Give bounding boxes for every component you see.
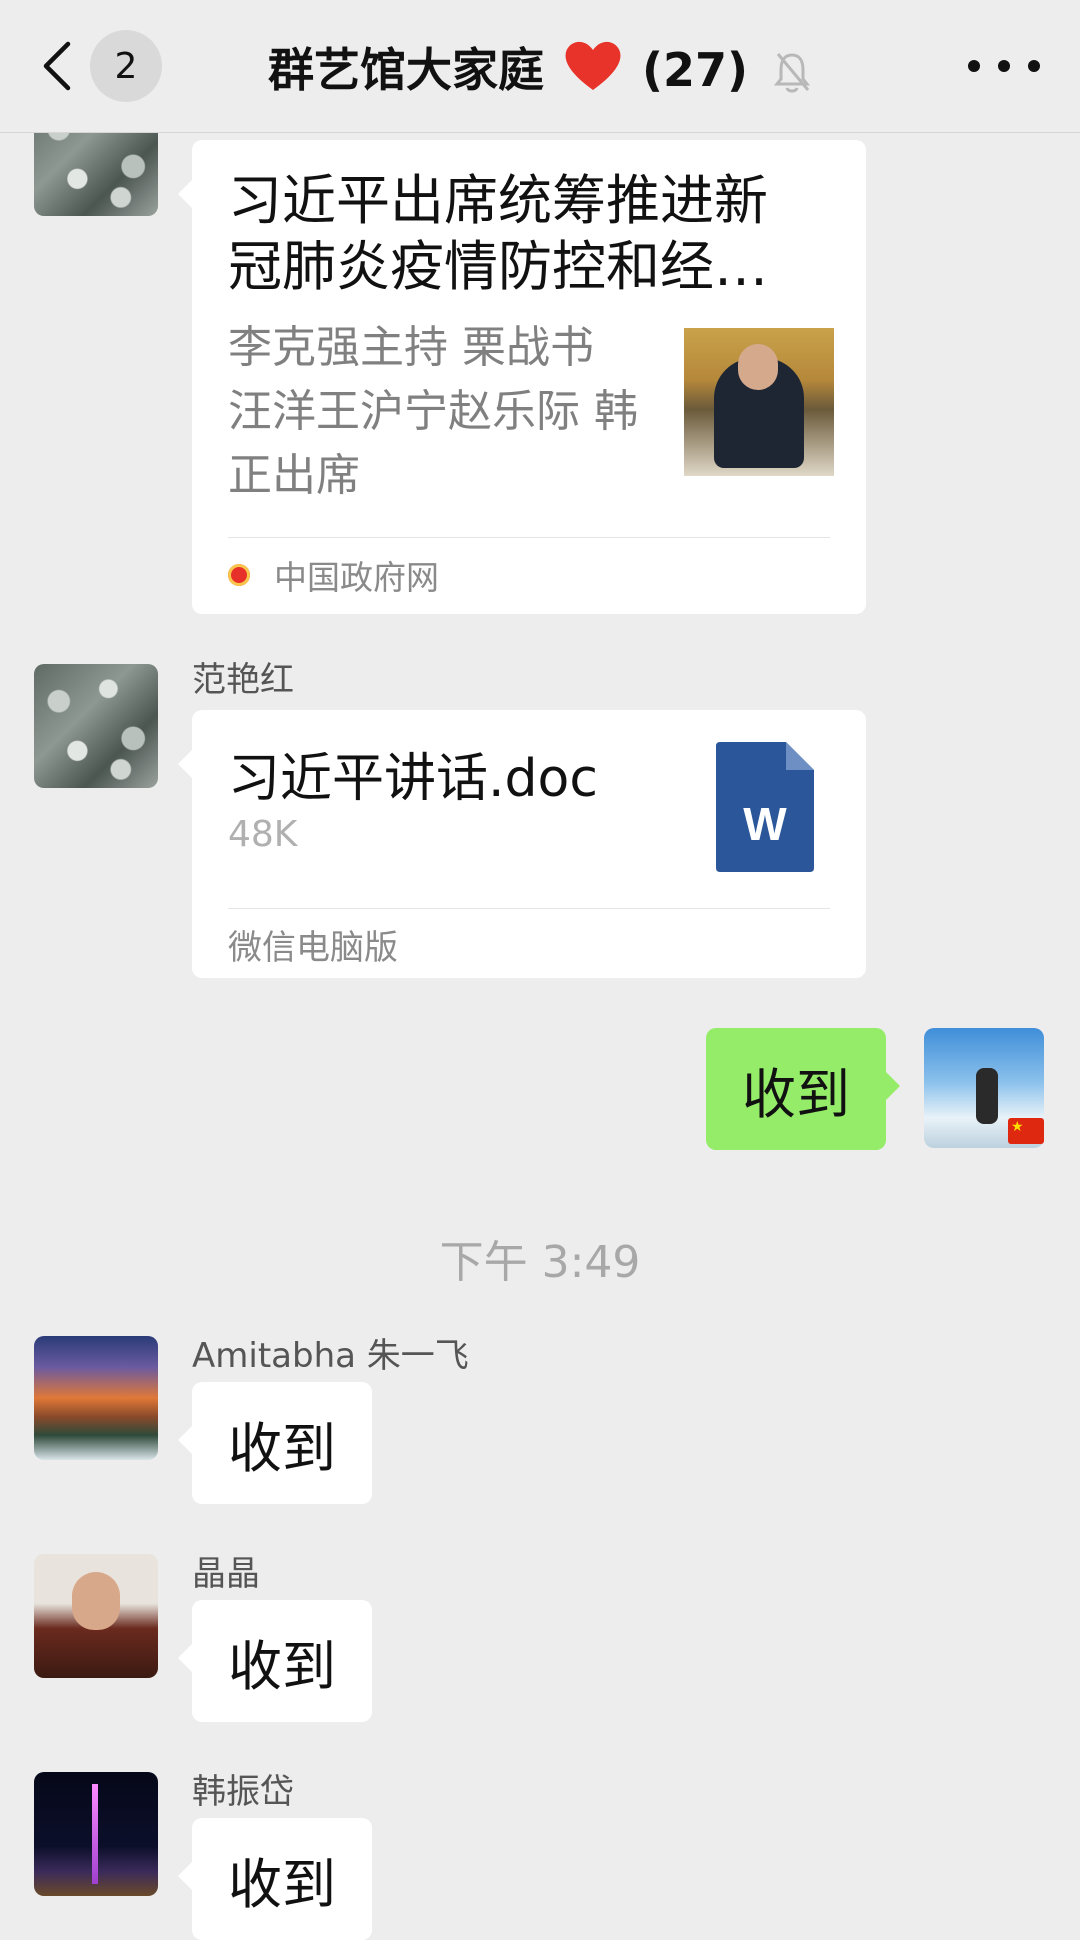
gov-emblem-icon bbox=[228, 564, 250, 586]
file-card[interactable]: 习近平讲话.doc 48K W 微信电脑版 bbox=[178, 710, 866, 978]
file-size: 48K bbox=[228, 814, 298, 855]
sender-avatar[interactable] bbox=[34, 1554, 158, 1678]
dot-icon bbox=[968, 60, 980, 72]
sender-name: Amitabha 朱一飞 bbox=[192, 1336, 469, 1376]
sender-avatar[interactable] bbox=[34, 1336, 158, 1460]
heart-icon bbox=[564, 38, 622, 103]
dot-icon bbox=[998, 60, 1010, 72]
message-text: 收到 bbox=[228, 1416, 336, 1480]
article-title: 习近平出席统筹推进新冠肺炎疫情防控和经… bbox=[228, 169, 768, 298]
sender-avatar[interactable] bbox=[34, 664, 158, 788]
word-document-icon: W bbox=[716, 742, 814, 872]
chat-header: 2 群艺馆大家庭 (27) bbox=[0, 0, 1080, 133]
article-thumbnail bbox=[684, 328, 834, 476]
chat-title: 群艺馆大家庭 (27) bbox=[0, 34, 1080, 105]
message-bubble[interactable]: 收到 bbox=[178, 1818, 372, 1940]
dot-icon bbox=[1028, 60, 1040, 72]
article-source: 中国政府网 bbox=[228, 550, 439, 600]
member-count: (27) bbox=[641, 43, 749, 97]
file-name: 习近平讲话.doc bbox=[228, 749, 598, 809]
message-bubble[interactable]: 收到 bbox=[178, 1600, 372, 1722]
sender-name: 范艳红 bbox=[192, 660, 294, 700]
group-name: 群艺馆大家庭 bbox=[267, 43, 544, 97]
china-flag-icon: ★ bbox=[1008, 1118, 1044, 1144]
message-text: 收到 bbox=[228, 1634, 336, 1698]
sender-avatar[interactable] bbox=[34, 1772, 158, 1896]
message-timestamp: 下午 3:49 bbox=[439, 1237, 641, 1288]
sender-name: 韩振岱 bbox=[192, 1772, 294, 1812]
message-text: 收到 bbox=[228, 1852, 336, 1916]
word-icon-letter: W bbox=[743, 798, 787, 850]
sender-name: 晶晶 bbox=[192, 1554, 260, 1594]
article-description: 李克强主持 栗战书 汪洋王沪宁赵乐际 韩正出席 bbox=[228, 322, 638, 501]
more-options-button[interactable] bbox=[968, 40, 1040, 92]
file-source: 微信电脑版 bbox=[228, 928, 398, 968]
article-source-label: 中国政府网 bbox=[274, 558, 439, 597]
card-divider bbox=[228, 908, 830, 909]
article-card[interactable]: 习近平出席统筹推进新冠肺炎疫情防控和经… 李克强主持 栗战书 汪洋王沪宁赵乐际 … bbox=[178, 140, 866, 614]
message-text: 收到 bbox=[742, 1062, 850, 1126]
message-bubble[interactable]: 收到 bbox=[178, 1382, 372, 1504]
my-message-bubble[interactable]: 收到 bbox=[706, 1028, 900, 1150]
mute-bell-icon bbox=[772, 50, 812, 105]
card-divider bbox=[228, 537, 830, 538]
